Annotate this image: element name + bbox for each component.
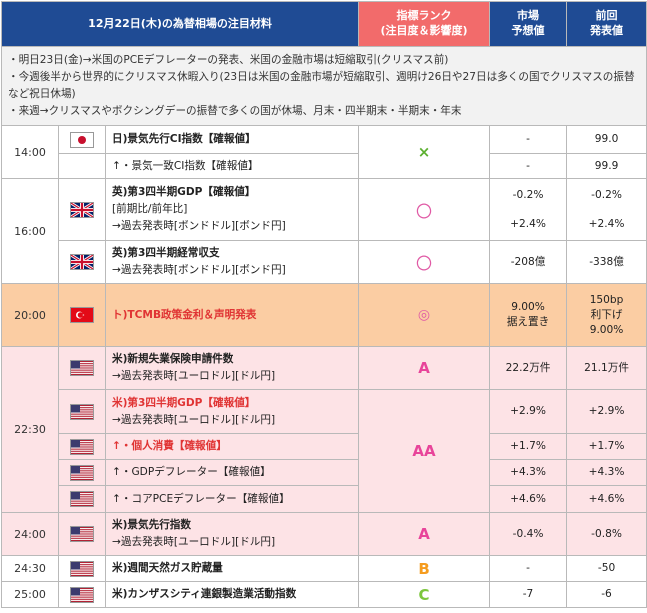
note-3: ・来週→クリスマスやボクシングデーの振替で多くの国が休場、月末・四半期末・半期末… — [8, 105, 462, 117]
forecast-cell: +4.6% — [489, 485, 568, 513]
event-row: 英)第3四半期経常収支 →過去発表時[ボンドドル][ボンド円] 〇 -208億 … — [2, 240, 647, 284]
us-flag-icon — [71, 561, 93, 576]
previous-cell: 99.0 — [566, 125, 647, 154]
rank-cell: A — [358, 346, 491, 390]
event-row: 25:00 米)カンザスシティ連銀製造業活動指数 C -7 -6 — [1, 581, 647, 608]
past-link[interactable]: →過去発表時[ユーロドル][ドル円] — [112, 412, 352, 429]
uk-flag-icon — [71, 202, 93, 217]
event-name: ↑・景気一致CI指数【確報値】 — [104, 153, 360, 179]
past-link[interactable]: →過去発表時[ボンドドル][ボンド円] — [112, 262, 352, 279]
past-link[interactable]: →過去発表時[ユーロドル][ドル円] — [112, 534, 352, 551]
time-cell: 24:30 — [1, 555, 59, 582]
previous-cell: 21.1万件 — [566, 346, 647, 390]
event-row: 米)第3四半期GDP【確報値】 →過去発表時[ユーロドル][ドル円] AA +2… — [2, 389, 647, 513]
rank-cell: ◎ — [358, 283, 491, 347]
event-name: ↑・コアPCEデフレーター【確報値】 — [104, 485, 360, 513]
turkey-flag-icon — [71, 308, 93, 322]
us-flag-icon — [71, 492, 93, 506]
event-name: 米)第3四半期GDP【確報値】 →過去発表時[ユーロドル][ドル円] — [104, 389, 360, 434]
us-flag-icon — [71, 527, 93, 541]
event-row: 16:00 英)第3四半期GDP【確報値】 [前期比/前年比] →過去発表時[ボ… — [1, 178, 647, 284]
previous-cell: 99.9 — [566, 153, 647, 179]
note-2: ・今週後半から世界的にクリスマス休暇入り(23日は米国の金融市場が短縮取引、週明… — [8, 71, 635, 100]
forecast-cell: - — [489, 125, 568, 154]
uk-flag-icon — [71, 255, 93, 269]
previous-cell: +2.9% — [566, 389, 647, 434]
forecast-cell: -208億 — [489, 240, 568, 284]
previous-cell: -0.2% +2.4% — [566, 178, 647, 241]
forecast-cell: 22.2万件 — [489, 346, 568, 390]
economic-calendar: { "header": { "title": "12月22日(木)の為替相場の注… — [0, 0, 647, 613]
event-row: 22:30 米)新規失業保険申請件数 →過去発表時[ユーロドル][ドル円] A … — [1, 346, 647, 513]
previous-cell: +4.6% — [566, 485, 647, 513]
event-name: ト)TCMB政策金利＆声明発表 — [104, 283, 360, 347]
event-row: 24:30 米)週間天然ガス貯蔵量 B - -50 — [1, 555, 647, 582]
event-name: 米)景気先行指数 →過去発表時[ユーロドル][ドル円] — [104, 512, 360, 556]
event-row: ↑・コアPCEデフレーター【確報値】 +4.6% +4.6% — [2, 485, 647, 513]
event-name: 米)カンザスシティ連銀製造業活動指数 — [104, 581, 360, 608]
header-rank: 指標ランク (注目度＆影響度) — [358, 1, 491, 47]
rank-cell: × — [358, 125, 491, 179]
past-link[interactable]: →過去発表時[ユーロドル][ドル円] — [112, 368, 352, 385]
event-name: 米)新規失業保険申請件数 →過去発表時[ユーロドル][ドル円] — [104, 346, 360, 390]
forecast-cell: -0.4% — [489, 512, 568, 556]
header-previous: 前回 発表値 — [566, 1, 647, 47]
event-row: ↑・個人消費【確報値】 +1.7% +1.7% — [2, 433, 647, 460]
previous-cell: 150bp 利下げ 9.00% — [566, 283, 647, 347]
forecast-cell: +4.3% — [489, 459, 568, 486]
forecast-cell: -7 — [489, 581, 568, 608]
japan-flag-icon — [71, 132, 93, 147]
time-cell: 14:00 — [1, 125, 59, 179]
calendar-table: 12月22日(木)の為替相場の注目材料 指標ランク (注目度＆影響度) 市場 予想値… — [0, 1, 647, 608]
us-flag-icon — [71, 404, 93, 419]
event-row: ↑・景気一致CI指数【確報値】 - 99.9 — [2, 153, 647, 179]
forecast-cell: - — [489, 555, 568, 582]
event-row: 14:00 日)景気先行CI指数【確報値】 × - 99.0 — [1, 125, 647, 179]
time-cell: 16:00 — [1, 178, 59, 284]
rank-cell: B — [358, 555, 491, 582]
rank-cell: 〇 — [358, 240, 491, 284]
previous-cell: -338億 — [566, 240, 647, 284]
forecast-cell: 9.00% 据え置き — [489, 283, 568, 347]
past-link[interactable]: →過去発表時[ボンドドル][ボンド円] — [112, 218, 352, 235]
previous-cell: +1.7% — [566, 433, 647, 460]
header-forecast: 市場 予想値 — [489, 1, 568, 47]
header-title: 12月22日(木)の為替相場の注目材料 — [0, 1, 360, 47]
rank-cell: C — [358, 581, 491, 608]
previous-cell: -50 — [566, 555, 647, 582]
forecast-cell: +1.7% — [489, 433, 568, 460]
event-row: 24:00 米)景気先行指数 →過去発表時[ユーロドル][ドル円] A -0.4… — [1, 512, 647, 556]
time-cell: 24:00 — [1, 512, 59, 556]
event-name: ↑・個人消費【確報値】 — [104, 433, 360, 460]
time-cell: 20:00 — [1, 283, 59, 347]
forecast-cell: -0.2% +2.4% — [489, 178, 568, 241]
rank-cell: AA — [358, 389, 491, 513]
us-flag-icon — [71, 361, 93, 375]
notes-box: ・明日23日(金)→米国のPCEデフレーターの発表、米国の金融市場は短縮取引(ク… — [0, 46, 647, 126]
forecast-cell: - — [489, 153, 568, 179]
time-cell: 22:30 — [1, 346, 59, 513]
forecast-cell: +2.9% — [489, 389, 568, 434]
note-1: ・明日23日(金)→米国のPCEデフレーターの発表、米国の金融市場は短縮取引(ク… — [8, 54, 449, 66]
us-flag-icon — [71, 465, 93, 480]
rank-cell: 〇 — [358, 178, 491, 241]
us-flag-icon — [71, 587, 93, 602]
event-name: 英)第3四半期GDP【確報値】 [前期比/前年比] →過去発表時[ボンドドル][… — [104, 178, 360, 241]
event-name: 日)景気先行CI指数【確報値】 — [104, 125, 360, 154]
event-row: ↑・GDPデフレーター【確報値】 +4.3% +4.3% — [2, 459, 647, 486]
us-flag-icon — [71, 439, 93, 454]
previous-cell: +4.3% — [566, 459, 647, 486]
event-name: ↑・GDPデフレーター【確報値】 — [104, 459, 360, 486]
event-name: 英)第3四半期経常収支 →過去発表時[ボンドドル][ボンド円] — [104, 240, 360, 284]
event-name: 米)週間天然ガス貯蔵量 — [104, 555, 360, 582]
time-cell: 25:00 — [1, 581, 59, 608]
rank-cell: A — [358, 512, 491, 556]
previous-cell: -0.8% — [566, 512, 647, 556]
event-row: 20:00 ト)TCMB政策金利＆声明発表 ◎ 9.00% 据え置き 150bp 利… — [1, 283, 647, 347]
previous-cell: -6 — [566, 581, 647, 608]
